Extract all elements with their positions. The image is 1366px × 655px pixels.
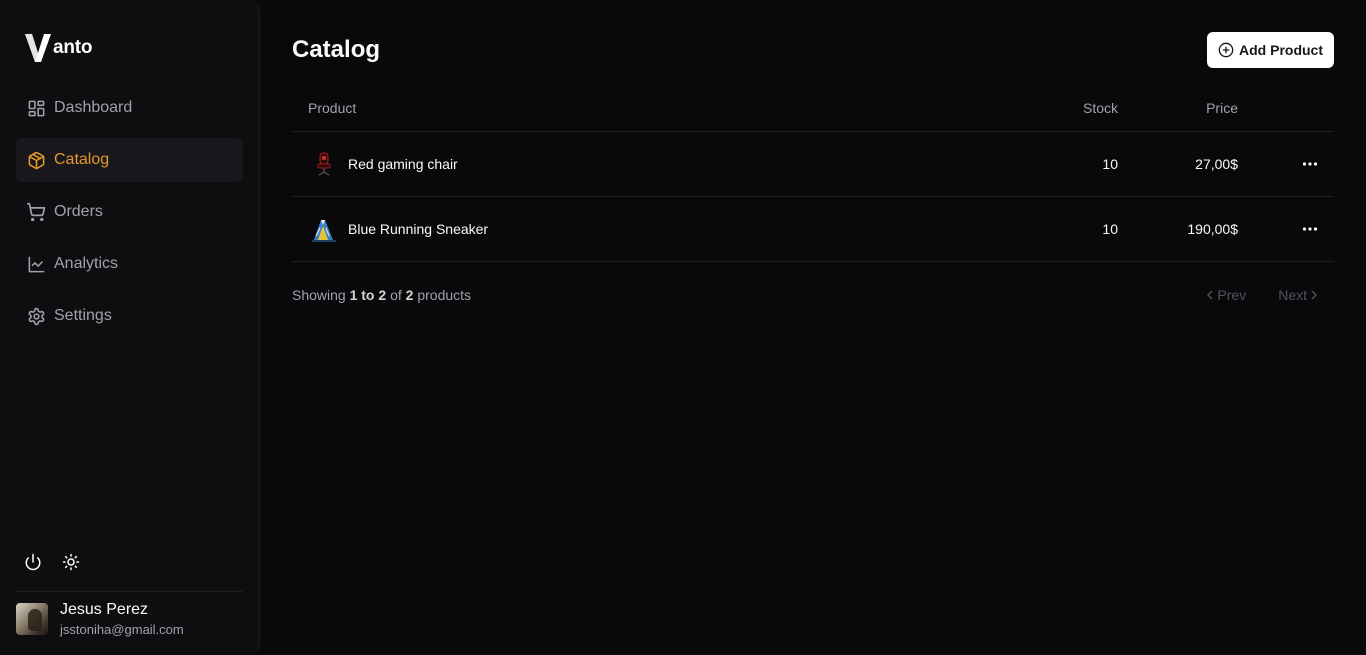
sidebar-item-dashboard[interactable]: Dashboard xyxy=(16,86,243,130)
header-stock: Stock xyxy=(1082,99,1118,116)
showing-range: 1 to 2 xyxy=(349,287,387,303)
product-price: 190,00$ xyxy=(1187,221,1238,237)
user-profile[interactable]: Jesus Perez jsstoniha@gmail.com xyxy=(16,600,184,638)
sun-icon[interactable] xyxy=(62,553,80,571)
gear-icon xyxy=(26,306,46,326)
product-name: Red gaming chair xyxy=(348,156,458,172)
sidebar-item-catalog[interactable]: Catalog xyxy=(16,138,243,182)
prev-button[interactable]: Prev xyxy=(1206,287,1246,303)
table-header: Product Stock Price xyxy=(292,84,1334,132)
sidebar-item-label: Orders xyxy=(54,203,103,220)
chevron-left-icon xyxy=(1207,290,1213,300)
showing-suffix: products xyxy=(417,287,472,303)
sidebar-item-orders[interactable]: Orders xyxy=(16,190,243,234)
sidebar-item-label: Dashboard xyxy=(54,99,133,116)
product-price: 27,00$ xyxy=(1195,156,1238,172)
showing-prefix: Showing xyxy=(292,287,346,303)
sidebar-divider xyxy=(16,591,243,592)
user-name: Jesus Perez xyxy=(60,601,149,618)
user-email: jsstoniha@gmail.com xyxy=(60,622,184,637)
add-product-button[interactable]: Add Product xyxy=(1207,32,1334,68)
logo-mark-icon xyxy=(25,34,51,62)
product-cell: Red gaming chair xyxy=(292,148,998,180)
power-icon[interactable] xyxy=(24,553,42,571)
header-product: Product xyxy=(308,99,357,116)
more-horizontal-icon[interactable] xyxy=(1302,161,1318,167)
sidebar-actions xyxy=(24,553,80,571)
header-price: Price xyxy=(1206,99,1238,116)
more-horizontal-icon[interactable] xyxy=(1302,226,1318,232)
chevron-right-icon xyxy=(1311,290,1317,300)
table-row[interactable]: Blue Running Sneaker 10 190,00$ xyxy=(292,197,1334,262)
row-actions xyxy=(1238,226,1334,232)
user-info: Jesus Perez jsstoniha@gmail.com xyxy=(60,600,184,638)
row-actions xyxy=(1238,161,1334,167)
sidebar-item-label: Settings xyxy=(54,307,112,324)
gaming-chair-image xyxy=(308,148,340,180)
table-row[interactable]: Red gaming chair 10 27,00$ xyxy=(292,132,1334,197)
product-name: Blue Running Sneaker xyxy=(348,221,489,237)
app-root: anto Dashboard Catalog Orders Analytics … xyxy=(0,0,1366,655)
prev-label: Prev xyxy=(1217,287,1247,303)
package-icon xyxy=(26,150,46,170)
plus-circle-icon xyxy=(1218,42,1234,58)
dashboard-grid-icon xyxy=(26,98,46,118)
shopping-cart-icon xyxy=(26,202,46,222)
page-title: Catalog xyxy=(292,36,381,63)
avatar xyxy=(16,603,48,635)
pagination: Showing 1 to 2 of 2 products Prev Next xyxy=(292,287,1334,303)
next-button[interactable]: Next xyxy=(1278,287,1318,303)
main-content: Catalog Add Product Product Stock Price xyxy=(292,0,1334,655)
sneaker-image xyxy=(308,213,340,245)
add-product-label: Add Product xyxy=(1239,42,1323,58)
brand-name: anto xyxy=(53,37,93,58)
sidebar-item-label: Catalog xyxy=(54,151,110,168)
sidebar-item-analytics[interactable]: Analytics xyxy=(16,242,243,286)
next-label: Next xyxy=(1278,287,1307,303)
product-cell: Blue Running Sneaker xyxy=(292,213,998,245)
brand-logo[interactable]: anto xyxy=(24,33,93,63)
product-table: Product Stock Price Red gaming chair 10 … xyxy=(292,84,1334,262)
sidebar-nav: Dashboard Catalog Orders Analytics Setti… xyxy=(16,86,243,346)
showing-total: 2 xyxy=(405,287,414,303)
sidebar-item-label: Analytics xyxy=(54,255,119,272)
product-stock: 10 xyxy=(1102,221,1118,237)
sidebar: anto Dashboard Catalog Orders Analytics … xyxy=(0,0,260,655)
product-stock: 10 xyxy=(1102,156,1118,172)
line-chart-icon xyxy=(26,254,46,274)
showing-of: of xyxy=(390,287,402,303)
sidebar-item-settings[interactable]: Settings xyxy=(16,294,243,338)
pagination-buttons: Prev Next xyxy=(1206,287,1334,303)
pagination-summary: Showing 1 to 2 of 2 products xyxy=(292,287,471,303)
